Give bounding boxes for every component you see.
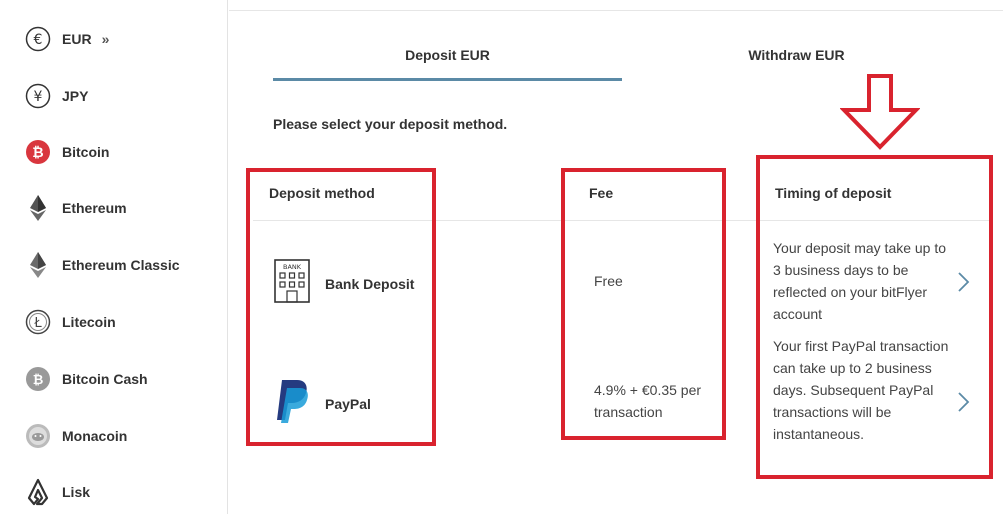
yen-icon: ¥	[24, 82, 52, 110]
sidebar-item-ethereum-classic[interactable]: Ethereum Classic	[24, 249, 180, 281]
sidebar-item-monacoin[interactable]: Monacoin	[24, 420, 127, 452]
bitcoin-cash-icon: ₿	[24, 365, 52, 393]
svg-text:₿: ₿	[32, 145, 43, 161]
sidebar-item-eur[interactable]: € EUR »	[24, 23, 110, 55]
litecoin-icon: Ł	[24, 308, 52, 336]
sidebar-item-bitcoin-cash[interactable]: ₿ Bitcoin Cash	[24, 363, 148, 395]
ethereum-icon	[24, 194, 52, 222]
sidebar-item-label: Bitcoin	[62, 144, 110, 160]
sidebar-item-lisk[interactable]: Lisk	[24, 476, 90, 508]
svg-text:¥: ¥	[34, 89, 43, 105]
active-tab-indicator	[273, 78, 622, 81]
sidebar-item-label: EUR	[62, 31, 92, 47]
sidebar-item-label: Bitcoin Cash	[62, 371, 148, 387]
tab-deposit-eur[interactable]: Deposit EUR	[273, 47, 622, 63]
sidebar-item-jpy[interactable]: ¥ JPY	[24, 80, 88, 112]
annotation-box-fee	[561, 168, 726, 440]
euro-icon: €	[24, 25, 52, 53]
svg-text:Ł: Ł	[33, 316, 42, 331]
ethereum-classic-icon	[24, 251, 52, 279]
active-indicator-icon: »	[101, 31, 110, 47]
lisk-icon	[24, 478, 52, 506]
annotation-arrow-down-icon	[839, 74, 921, 155]
sidebar-item-label: Ethereum	[62, 200, 127, 216]
sidebar-item-label: Monacoin	[62, 428, 128, 444]
sidebar-item-label: Litecoin	[62, 314, 116, 330]
sidebar-item-label: Ethereum Classic	[62, 257, 180, 273]
sidebar-item-bitcoin[interactable]: ₿ Bitcoin	[24, 136, 109, 168]
sidebar-item-ethereum[interactable]: Ethereum	[24, 192, 127, 224]
bitcoin-icon: ₿	[24, 138, 52, 166]
sidebar-item-label: Lisk	[62, 484, 91, 500]
sidebar-item-label: JPY	[62, 88, 89, 104]
deposit-prompt: Please select your deposit method.	[273, 116, 508, 132]
currency-sidebar: € EUR » ¥ JPY ₿ Bitcoin Ethereum Ethereu…	[0, 0, 228, 514]
divider	[229, 10, 1003, 11]
tab-withdraw-eur[interactable]: Withdraw EUR	[622, 47, 971, 63]
svg-text:€: €	[34, 32, 43, 48]
annotation-box-timing	[756, 155, 993, 479]
sidebar-item-litecoin[interactable]: Ł Litecoin	[24, 306, 116, 338]
deposit-panel: Deposit EUR Withdraw EUR Please select y…	[229, 0, 1003, 514]
annotation-box-method	[246, 168, 436, 446]
monacoin-icon	[24, 422, 52, 450]
svg-text:₿: ₿	[33, 373, 44, 388]
